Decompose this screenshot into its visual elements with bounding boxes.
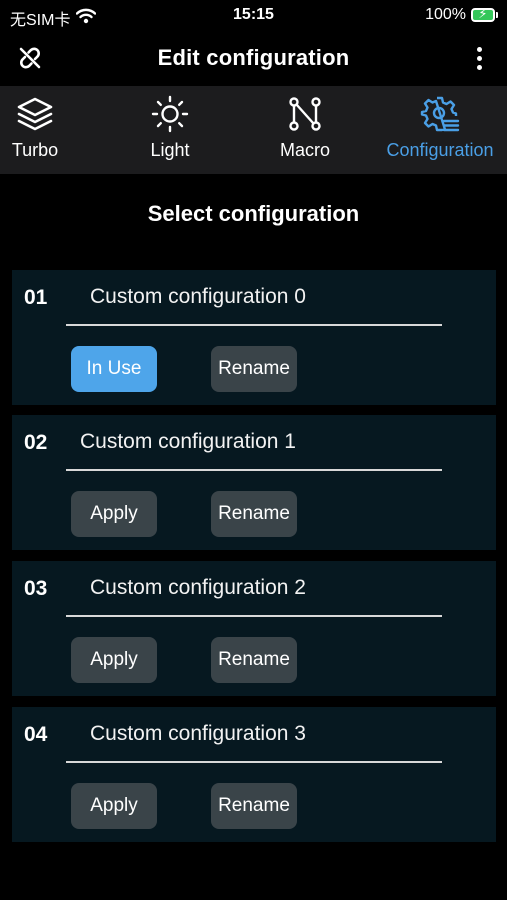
section-title: Select configuration: [147, 201, 360, 226]
page-title: Edit configuration: [157, 45, 350, 70]
tab-bar: Turbo Light Macro Configuration: [0, 86, 507, 174]
rename-button[interactable]: Rename: [211, 637, 297, 683]
config-card: 02 Custom configuration 1 Apply Rename: [12, 415, 496, 550]
tab-macro[interactable]: Macro: [263, 86, 347, 174]
tab-label: Light: [150, 140, 190, 160]
tab-light[interactable]: Light: [128, 86, 212, 174]
apply-button[interactable]: Apply: [71, 491, 157, 537]
tab-label: Configuration: [386, 140, 494, 160]
more-dot: [476, 46, 482, 52]
config-name: Custom configuration 0: [90, 285, 306, 308]
gear-list-icon: [376, 94, 504, 134]
config-number: 03: [24, 577, 48, 600]
config-number: 04: [24, 723, 48, 746]
apply-button[interactable]: Apply: [71, 637, 157, 683]
name-underline: [66, 469, 442, 471]
charging-bolt-icon: ⚡: [478, 6, 488, 21]
config-card: 01 Custom configuration 0 In Use Rename: [12, 270, 496, 405]
in-use-button[interactable]: In Use: [71, 346, 157, 392]
more-vertical-icon[interactable]: [465, 44, 493, 72]
sun-icon: [128, 94, 212, 134]
battery-icon: ⚡: [471, 6, 498, 22]
config-card: 03 Custom configuration 2 Apply Rename: [12, 561, 496, 696]
apply-button[interactable]: Apply: [71, 783, 157, 829]
config-card: 04 Custom configuration 3 Apply Rename: [12, 707, 496, 842]
config-number: 01: [24, 286, 48, 309]
status-right: 100% ⚡: [425, 6, 498, 24]
name-underline: [66, 615, 442, 617]
config-number: 02: [24, 431, 48, 454]
layers-icon: [0, 94, 70, 134]
config-name: Custom configuration 1: [80, 430, 296, 453]
rename-button[interactable]: Rename: [211, 491, 297, 537]
battery-percent: 100%: [425, 6, 466, 23]
name-underline: [66, 761, 442, 763]
name-underline: [66, 324, 442, 326]
nav-header: Edit configuration: [0, 32, 507, 86]
tab-label: Turbo: [11, 140, 59, 160]
rename-button[interactable]: Rename: [211, 783, 297, 829]
tab-turbo[interactable]: Turbo: [0, 86, 70, 174]
status-bar: 无SIM卡 15:15 100% ⚡: [0, 0, 507, 32]
more-dot: [476, 55, 482, 61]
macro-nodes-icon: [263, 94, 347, 134]
tab-label: Macro: [279, 140, 330, 160]
rename-button[interactable]: Rename: [211, 346, 297, 392]
config-name: Custom configuration 2: [90, 576, 306, 599]
config-name: Custom configuration 3: [90, 722, 306, 745]
more-dot: [476, 64, 482, 70]
tab-configuration[interactable]: Configuration: [376, 86, 504, 174]
